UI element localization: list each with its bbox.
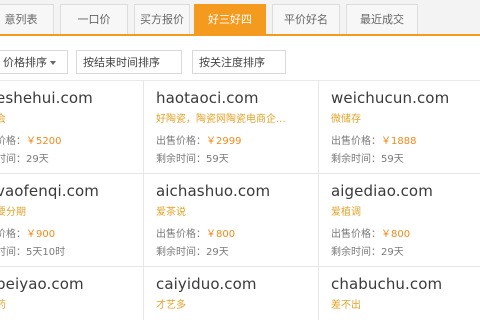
time-row: 剩余时间：29天 [156,243,229,258]
tab-fixed-price[interactable]: 一口价 [60,4,128,34]
price-row: 价格：￥900 [0,225,55,240]
time-row: 剩余时间：59天 [331,150,404,165]
price-row: 价格：￥5200 [0,132,61,147]
domain-card[interactable]: peiyao.com 药 [0,266,140,320]
time-label: 时间： [0,154,26,165]
domain-tag: 会 [0,114,6,125]
tab-list-label: 意列表 [4,13,38,26]
time-row: 剩余时间：59天 [156,150,229,165]
sort-price-button[interactable]: 价格排序 [0,50,68,74]
sort-end-time-button[interactable]: 按结束时间排序 [76,50,182,74]
price-value: ￥5200 [26,136,62,147]
domain-card[interactable]: caiyiduo.com 才艺多 [156,266,316,320]
domain-name[interactable]: haotaoci.com [156,89,259,107]
price-value: ￥800 [206,229,236,240]
price-value: ￥1888 [381,136,417,147]
domain-tag: 药 [0,300,6,311]
domain-tag: 爱植调 [331,207,361,218]
domain-name[interactable]: eshehui.com [0,89,93,107]
price-row: 出售价格：￥800 [331,225,410,240]
price-label: 出售价格： [331,229,381,240]
tab-list[interactable]: 意列表 [0,4,54,34]
price-value: ￥900 [26,229,56,240]
time-value: 5天10时 [26,247,66,258]
price-row: 出售价格：￥2999 [156,132,241,147]
sort-attention-button[interactable]: 按关注度排序 [192,50,286,74]
tab-recent-deals-label: 最近成交 [360,13,404,26]
sort-attention-label: 按关注度排序 [199,56,265,69]
time-label: 时间： [0,247,26,258]
price-row: 出售价格：￥800 [156,225,235,240]
price-row: 出售价格：￥1888 [331,132,416,147]
domain-tag: 微储存 [331,114,361,125]
tab-affordable-names[interactable]: 平价好名 [272,4,340,34]
tab-good-names-label: 好三好四 [208,13,252,26]
domain-card[interactable]: weichucun.com 微储存 出售价格：￥1888 剩余时间：59天 [331,80,480,173]
domain-card[interactable]: eshehui.com 会 价格：￥5200 时间：29天 [0,80,140,173]
domain-tag: 爱茶说 [156,207,186,218]
price-value: ￥2999 [206,136,242,147]
time-row: 剩余时间：29天 [331,243,404,258]
grid-divider [143,80,144,320]
domain-name[interactable]: aichashuo.com [156,182,270,200]
time-value: 59天 [206,154,229,165]
caret-down-icon [50,61,56,65]
domain-tag: 要分期 [0,207,26,218]
sort-end-time-label: 按结束时间排序 [83,56,160,69]
domain-card[interactable]: chabuchu.com 差不出 [331,266,480,320]
domain-name[interactable]: vaofenqi.com [0,182,99,200]
tab-fixed-price-label: 一口价 [77,13,111,26]
domain-name[interactable]: peiyao.com [0,275,84,293]
tab-good-names[interactable]: 好三好四 [194,4,266,34]
price-label: 出售价格： [156,136,206,147]
sort-bar: 价格排序 按结束时间排序 按关注度排序 [0,44,480,81]
sort-price-label: 价格排序 [3,56,47,69]
price-label: 价格： [0,229,26,240]
domain-name[interactable]: aigediao.com [331,182,433,200]
grid-divider [318,80,319,320]
time-row: 时间：29天 [0,150,49,165]
domain-tag: 差不出 [331,300,361,311]
tab-bar: 意列表 一口价 买方报价 好三好四 平价好名 最近成交 [0,0,480,36]
domain-card[interactable]: vaofenqi.com 要分期 价格：￥900 时间：5天10时 [0,173,140,266]
time-label: 剩余时间： [156,247,206,258]
price-value: ￥800 [381,229,411,240]
time-value: 29天 [206,247,229,258]
price-label: 出售价格： [331,136,381,147]
tab-recent-deals[interactable]: 最近成交 [346,4,418,34]
domain-tag: 好陶瓷，陶瓷网陶瓷电商企... [156,114,286,125]
time-label: 剩余时间： [156,154,206,165]
price-label: 出售价格： [156,229,206,240]
domain-card[interactable]: aichashuo.com 爱茶说 出售价格：￥800 剩余时间：29天 [156,173,316,266]
price-label: 价格： [0,136,26,147]
time-row: 时间：5天10时 [0,243,65,258]
domain-name[interactable]: chabuchu.com [331,275,442,293]
domain-card[interactable]: haotaoci.com 好陶瓷，陶瓷网陶瓷电商企... 出售价格：￥2999 … [156,80,316,173]
time-value: 29天 [26,154,49,165]
tab-buyer-offer[interactable]: 买方报价 [134,4,190,34]
time-label: 剩余时间： [331,154,381,165]
time-value: 59天 [381,154,404,165]
domain-name[interactable]: caiyiduo.com [156,275,257,293]
domain-card[interactable]: aigediao.com 爱植调 出售价格：￥800 剩余时间：29天 [331,173,480,266]
domain-tag: 才艺多 [156,300,186,311]
time-value: 29天 [381,247,404,258]
domain-grid: eshehui.com 会 价格：￥5200 时间：29天 haotaoci.c… [0,80,480,320]
tab-buyer-offer-label: 买方报价 [140,13,184,26]
tab-affordable-names-label: 平价好名 [284,13,328,26]
domain-name[interactable]: weichucun.com [331,89,449,107]
time-label: 剩余时间： [331,247,381,258]
